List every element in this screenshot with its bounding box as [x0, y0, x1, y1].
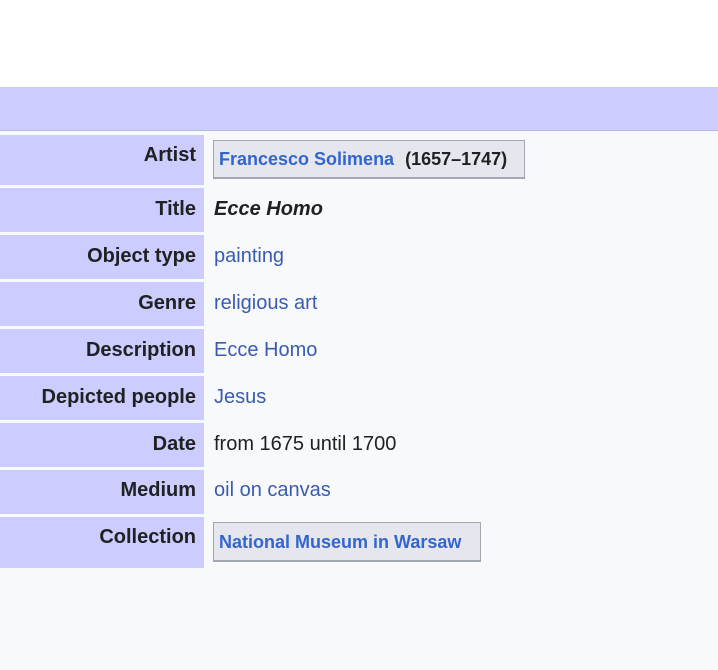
artist-link[interactable]: Francesco Solimena	[219, 149, 394, 169]
infobox-header	[0, 87, 718, 131]
collection-box: National Museum in Warsaw	[213, 522, 481, 562]
object-type-link[interactable]: painting	[214, 235, 284, 277]
artist-box: Francesco Solimena (1657–1747)	[213, 140, 525, 179]
label-medium: Medium	[0, 470, 204, 514]
label-description: Description	[0, 329, 204, 373]
label-date: Date	[0, 423, 204, 467]
description-link[interactable]: Ecce Homo	[214, 329, 317, 371]
depicted-people-link[interactable]: Jesus	[214, 376, 266, 418]
page-top-blank	[0, 0, 718, 87]
medium-link[interactable]: oil on canvas	[214, 470, 331, 510]
label-object-type: Object type	[0, 235, 204, 279]
label-genre: Genre	[0, 282, 204, 326]
collection-link[interactable]: National Museum in Warsaw	[219, 532, 461, 552]
label-artist: Artist	[0, 135, 204, 185]
date-value: from 1675 until 1700	[214, 433, 397, 455]
title-value: Ecce Homo	[214, 198, 323, 220]
genre-link[interactable]: religious art	[214, 282, 317, 324]
artist-lifespan: (1657–1747)	[405, 149, 508, 169]
label-collection: Collection	[0, 517, 204, 568]
label-title: Title	[0, 188, 204, 232]
label-depicted-people: Depicted people	[0, 376, 204, 420]
